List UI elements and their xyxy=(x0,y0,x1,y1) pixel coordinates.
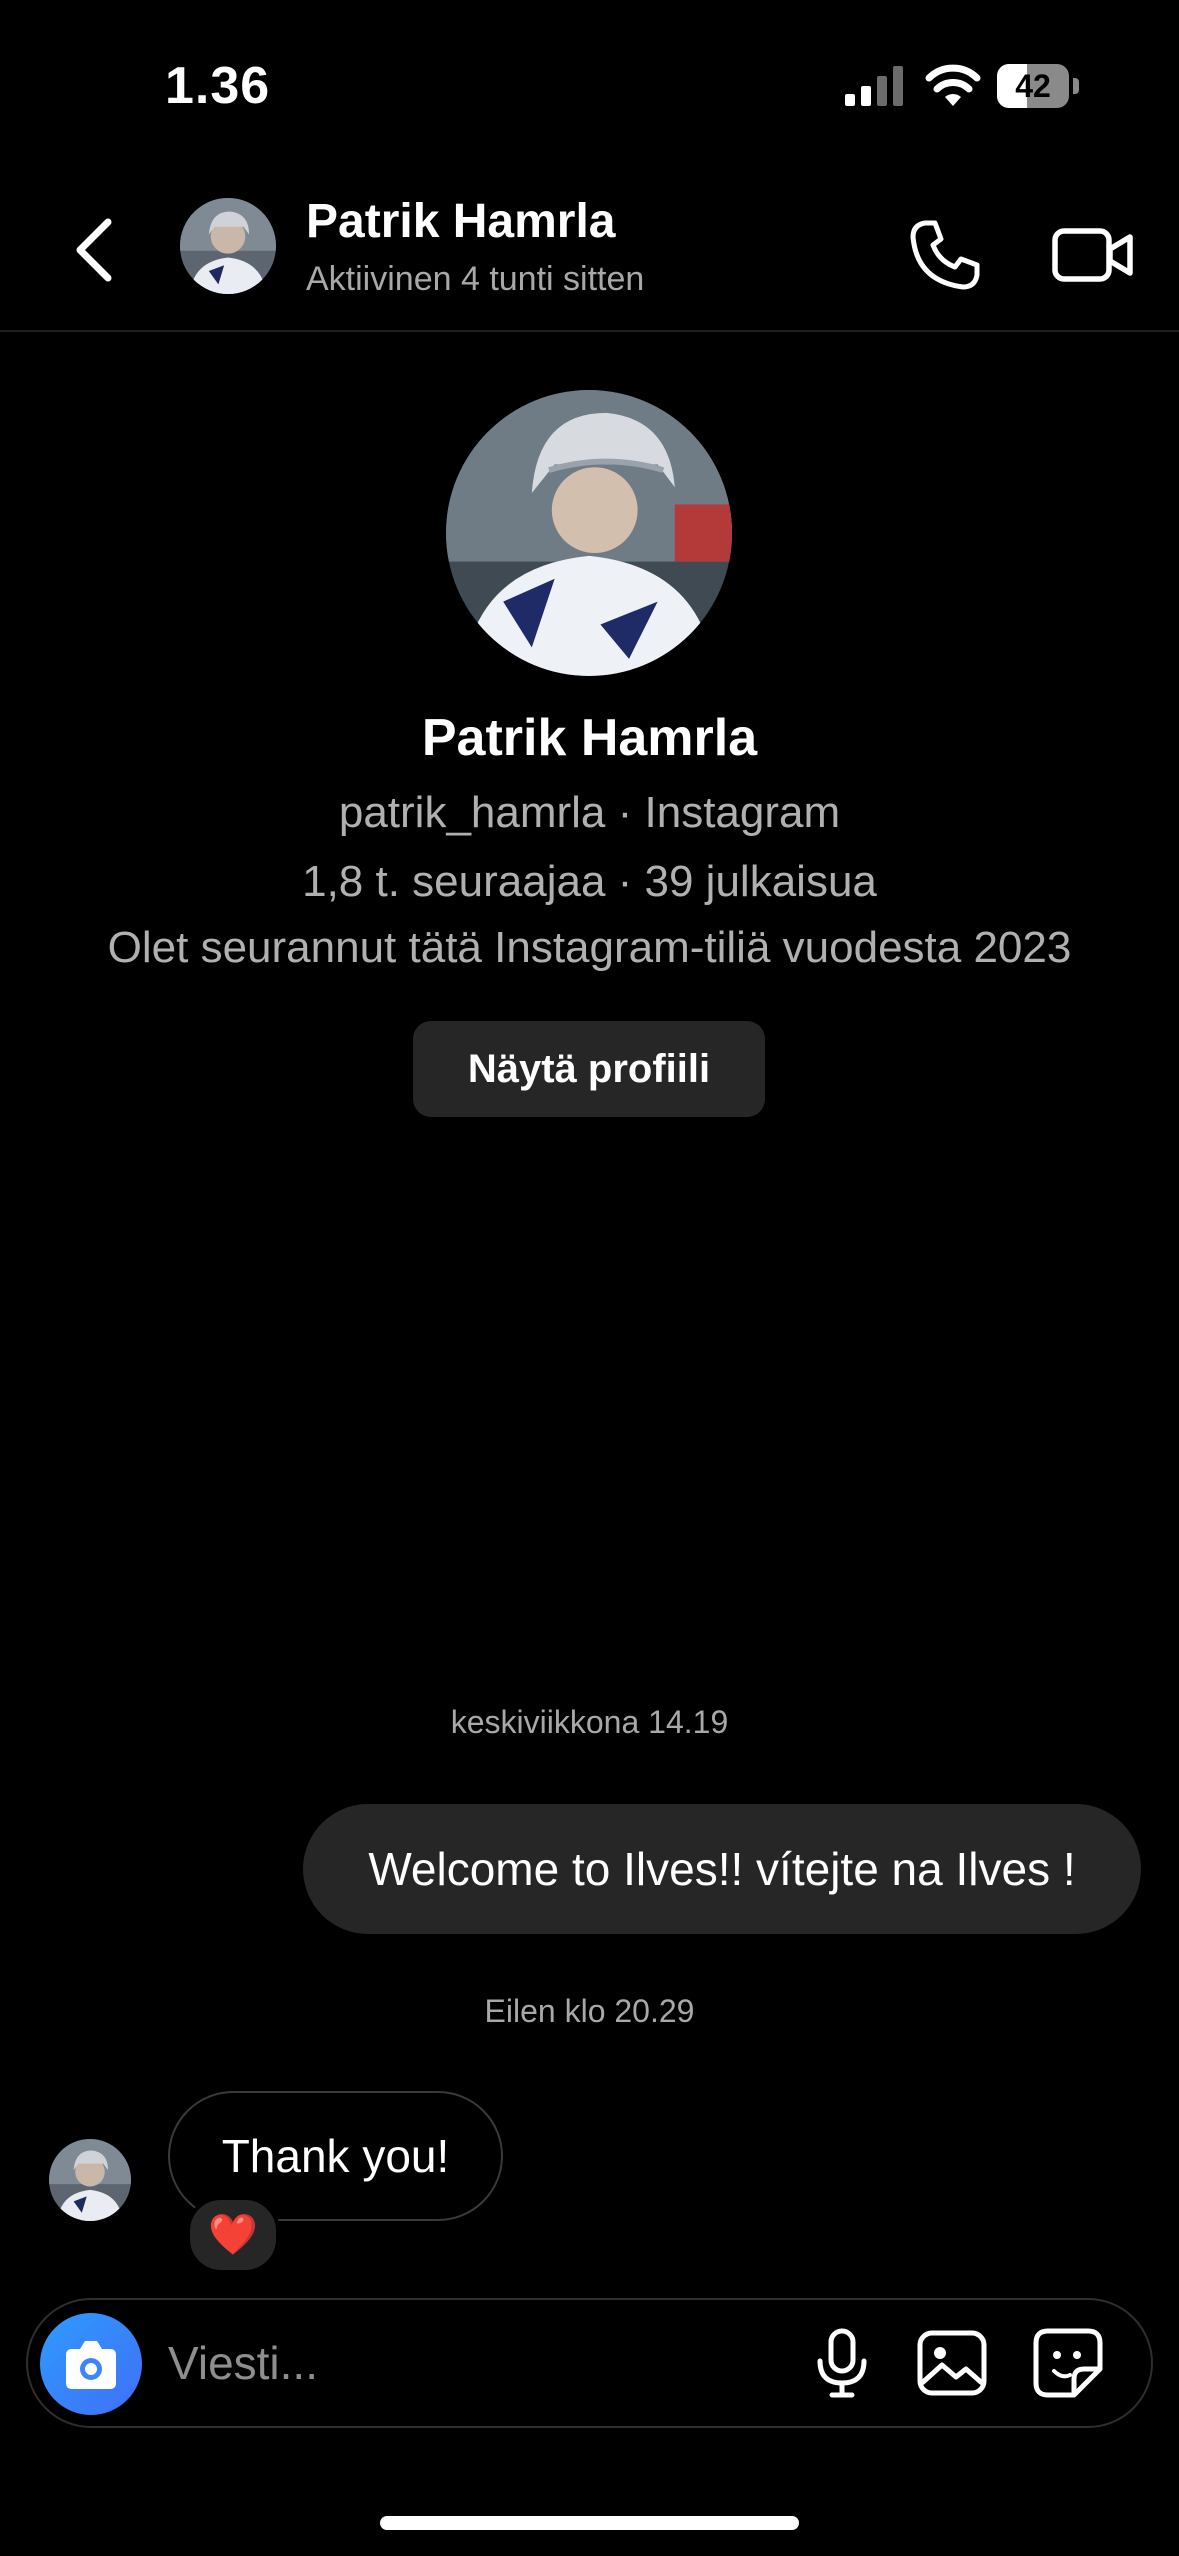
battery-icon: 42 xyxy=(997,64,1081,108)
dm-thread-screen: 1.36 42 Patrik Hamrla Aktiivinen 4 tunti… xyxy=(0,0,1179,2556)
contact-avatar[interactable] xyxy=(180,198,276,294)
profile-stats: 1,8 t. seuraajaa · 39 julkaisua xyxy=(302,857,877,906)
message-timestamp: keskiviikkona 14.19 xyxy=(450,1704,729,1740)
video-camera-icon[interactable] xyxy=(1050,215,1136,295)
home-indicator xyxy=(380,2516,799,2530)
camera-button[interactable] xyxy=(40,2313,142,2415)
image-icon[interactable] xyxy=(914,2325,990,2401)
message-composer xyxy=(26,2298,1153,2428)
message-timestamp: Eilen klo 20.29 xyxy=(484,1993,695,2029)
sticker-icon[interactable] xyxy=(1030,2325,1106,2401)
wifi-icon xyxy=(925,64,981,106)
sender-avatar[interactable] xyxy=(49,2139,131,2221)
message-input[interactable] xyxy=(168,2300,808,2426)
back-button[interactable] xyxy=(60,210,130,290)
cellular-signal-icon xyxy=(845,66,903,106)
outgoing-message-bubble[interactable]: Welcome to Ilves!! vítejte na Ilves ! xyxy=(303,1804,1141,1934)
phone-icon[interactable] xyxy=(905,215,985,295)
camera-icon xyxy=(66,2341,116,2389)
thread-header: Patrik Hamrla Aktiivinen 4 tunti sitten xyxy=(0,180,1179,332)
microphone-icon[interactable] xyxy=(804,2325,880,2401)
follow-info: Olet seurannut tätä Instagram-tiliä vuod… xyxy=(107,923,1072,972)
profile-photo xyxy=(446,390,732,676)
avatar-photo xyxy=(49,2139,131,2221)
profile-handle: patrik_hamrla · Instagram xyxy=(338,788,841,837)
view-profile-button[interactable]: Näytä profiili xyxy=(413,1021,765,1117)
avatar-photo xyxy=(180,198,276,294)
battery-level: 42 xyxy=(1015,68,1051,104)
activity-status: Aktiivinen 4 tunti sitten xyxy=(306,260,645,298)
contact-name[interactable]: Patrik Hamrla xyxy=(306,194,616,249)
status-time: 1.36 xyxy=(165,57,271,115)
profile-name: Patrik Hamrla xyxy=(421,709,758,767)
heart-reaction[interactable]: ❤️ xyxy=(186,2196,280,2274)
profile-avatar[interactable] xyxy=(446,390,732,676)
